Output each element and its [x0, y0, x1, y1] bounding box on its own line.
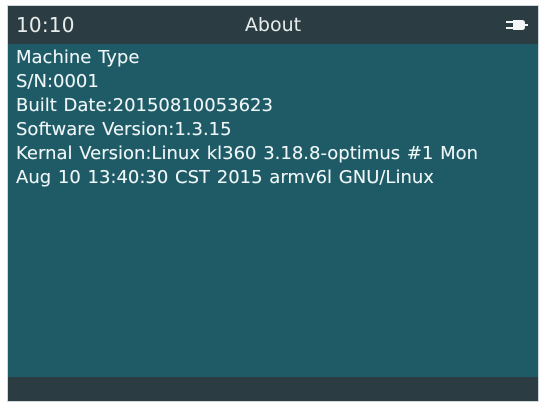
- serial-number-line: S/N:0001: [16, 71, 99, 92]
- kernel-version-line-2: Aug 10 13:40:30 CST 2015 armv6l GNU/Linu…: [16, 167, 434, 188]
- machine-type-line: Machine Type: [16, 47, 140, 68]
- device-screen: 10:10 About Machine Type S/N:0001 Built …: [8, 6, 538, 401]
- bottom-bar: [8, 377, 538, 401]
- kernel-version-line: Kernal Version:Linux kl360 3.18.8-optimu…: [16, 143, 479, 164]
- status-bar: 10:10 About: [8, 6, 538, 44]
- about-info: Machine Type S/N:0001 Built Date:2015081…: [16, 46, 531, 190]
- plug-icon: [506, 20, 528, 30]
- built-date-line: Built Date:20150810053623: [16, 95, 273, 116]
- software-version-line: Software Version:1.3.15: [16, 119, 232, 140]
- page-title: About: [244, 14, 302, 36]
